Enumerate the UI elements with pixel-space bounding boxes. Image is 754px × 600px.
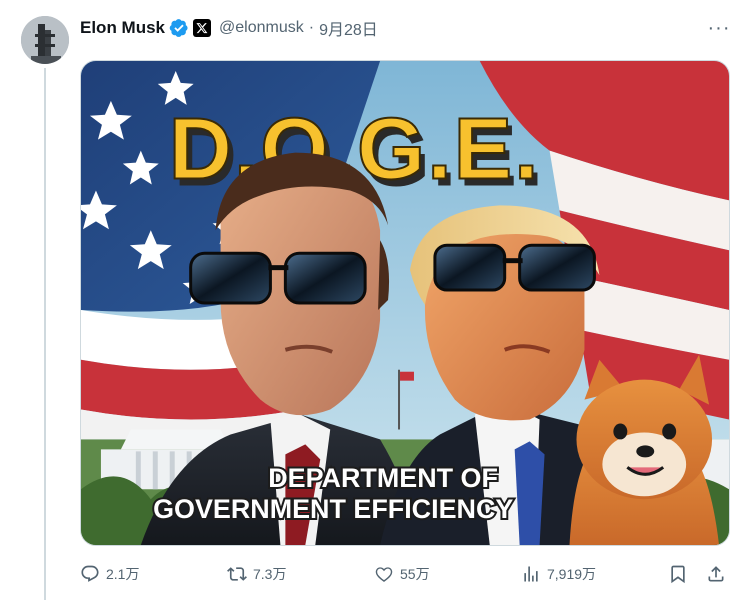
author-handle[interactable]: @elonmusk <box>219 19 304 37</box>
x-logo-icon[interactable] <box>193 19 212 37</box>
like-count: 55万 <box>400 566 430 582</box>
retweet-button[interactable]: 7.3万 <box>227 561 286 587</box>
tweet-date[interactable]: 9月28日 <box>319 16 378 40</box>
tweet-header: Elon Musk @elonmusk · 9月28日 ··· <box>80 16 732 40</box>
heart-icon <box>375 567 393 582</box>
bookmark-button[interactable] <box>668 561 688 587</box>
more-options-button[interactable]: ··· <box>706 16 732 40</box>
separator-dot: · <box>308 19 315 36</box>
share-button[interactable] <box>706 561 726 587</box>
verified-badge-icon[interactable] <box>169 18 189 38</box>
view-count: 7,919万 <box>547 566 597 582</box>
retweet-icon <box>227 567 247 581</box>
analytics-icon <box>524 566 538 582</box>
like-button[interactable]: 55万 <box>374 561 430 587</box>
avatar[interactable] <box>21 16 69 64</box>
share-icon <box>708 566 724 582</box>
thread-line <box>44 68 46 600</box>
image-caption-line1: DEPARTMENT OF <box>268 463 498 493</box>
tweet-actions: 2.1万 7.3万 55万 7,919万 <box>80 561 730 587</box>
author-name[interactable]: Elon Musk <box>80 18 165 38</box>
reply-icon <box>81 565 99 582</box>
reply-button[interactable]: 2.1万 <box>80 561 139 587</box>
bookmark-icon <box>671 565 685 584</box>
views-button[interactable]: 7,919万 <box>521 561 596 587</box>
image-caption-line2: GOVERNMENT EFFICIENCY <box>153 494 513 524</box>
retweet-count: 7.3万 <box>253 566 287 582</box>
tweet-image[interactable]: D.O.G.E. D.O.G.E. DEPARTMENT OF DEPARTME… <box>80 60 730 546</box>
reply-count: 2.1万 <box>106 566 140 582</box>
